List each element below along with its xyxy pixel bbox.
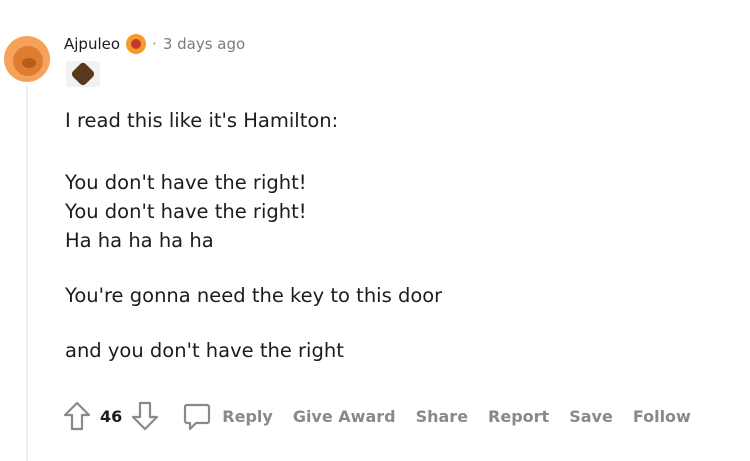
thread-line[interactable] [26, 86, 28, 461]
reply-button[interactable]: Reply [182, 400, 273, 432]
follow-button[interactable]: Follow [633, 407, 691, 426]
timestamp-link[interactable]: 3 days ago [163, 35, 245, 53]
comment-line: You don't have the right! [65, 200, 307, 223]
comment-icon [182, 400, 212, 432]
award-icon[interactable] [66, 61, 100, 87]
comment-line: Ha ha ha ha ha [65, 229, 214, 252]
comment-header: Ajpuleo · 3 days ago [64, 33, 245, 55]
flair-icon [126, 34, 147, 54]
comment-line: You're gonna need the key to this door [65, 284, 443, 307]
comment-line: I read this like it's Hamilton: [65, 109, 339, 132]
report-button[interactable]: Report [488, 407, 549, 426]
comment-line: and you don't have the right [65, 339, 344, 362]
avatar-snout [22, 58, 36, 68]
downvote-icon[interactable] [130, 400, 160, 432]
upvote-icon[interactable] [62, 400, 92, 432]
comment-actions: 46 Reply Give Award Share Report Save Fo… [62, 398, 691, 434]
save-button[interactable]: Save [569, 407, 613, 426]
avatar[interactable] [4, 36, 50, 82]
comment-body: I read this like it's Hamilton: You don'… [65, 106, 725, 365]
vote-count: 46 [100, 406, 123, 426]
separator-dot: · [152, 35, 157, 53]
username-link[interactable]: Ajpuleo [64, 35, 120, 53]
share-button[interactable]: Share [416, 407, 468, 426]
comment-line: You don't have the right! [65, 171, 307, 194]
reply-label: Reply [222, 406, 273, 426]
give-award-button[interactable]: Give Award [293, 407, 396, 426]
